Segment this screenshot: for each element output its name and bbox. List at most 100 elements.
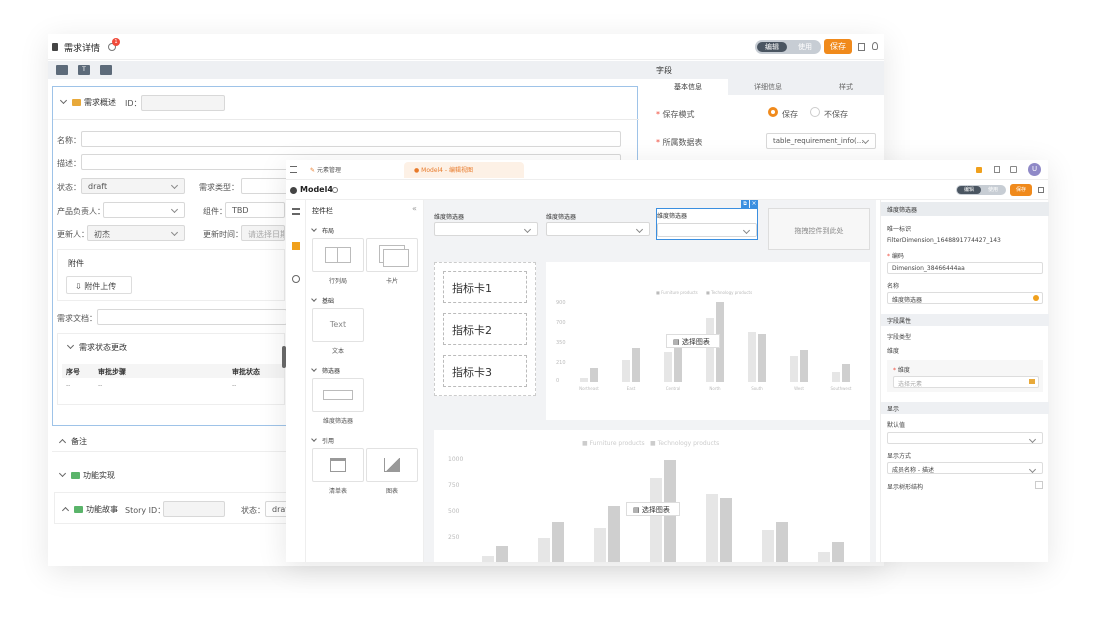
- updater-select[interactable]: 初杰: [87, 225, 185, 241]
- upload-button[interactable]: ⇩ 附件上传: [66, 276, 132, 294]
- field-attr-section[interactable]: 字段属性: [881, 314, 1049, 326]
- bar: [538, 538, 550, 562]
- small-chart-panel[interactable]: ■ Furniture products ■ Technology produc…: [546, 262, 870, 420]
- text-component[interactable]: Text: [312, 308, 364, 342]
- tab-meta[interactable]: ✎ 元素管理: [310, 165, 341, 174]
- drop-hint: 拖拽控件到此处: [794, 227, 844, 235]
- id-input[interactable]: [141, 95, 225, 111]
- story-header[interactable]: 功能故事: [61, 504, 118, 515]
- front-mode-toggle[interactable]: 编辑 使用: [956, 185, 1006, 195]
- palette-icon[interactable]: [292, 275, 300, 283]
- avatar[interactable]: U: [1028, 163, 1041, 176]
- html-icon[interactable]: [100, 65, 112, 75]
- overview-header[interactable]: 需求概述: [59, 96, 116, 108]
- metric-card-1[interactable]: 指标卡1: [443, 271, 527, 303]
- filter-box-3-selected[interactable]: 维度筛选器 ⧉ ×: [656, 200, 758, 240]
- use-toggle[interactable]: 使用: [791, 42, 819, 52]
- metric-card-3[interactable]: 指标卡3: [443, 355, 527, 387]
- palette-collapse[interactable]: «: [412, 204, 417, 213]
- model-settings-icon[interactable]: [332, 187, 338, 193]
- card-component[interactable]: [366, 238, 418, 272]
- tab-basic[interactable]: 基本信息: [648, 79, 728, 95]
- big-select-chart-button[interactable]: ▤ 选择图表: [626, 502, 680, 516]
- status-select[interactable]: draft: [81, 178, 185, 194]
- component-input[interactable]: TBD: [225, 202, 285, 218]
- req-doc-input[interactable]: [97, 309, 287, 325]
- default-select[interactable]: [887, 432, 1043, 444]
- desc-label: 描述：: [57, 159, 81, 168]
- dim-filter-label: 维度筛选器: [322, 418, 353, 425]
- folder-pick-icon[interactable]: [1029, 379, 1035, 384]
- palette: 控件栏 « 布局 行列局 卡片 基础 Text 文本 筛选器 维度筛选器 引用 …: [306, 200, 424, 562]
- bar: [552, 522, 564, 562]
- tab-model[interactable]: ● Model4 - 编辑视图: [404, 162, 524, 178]
- group-filter[interactable]: 筛选器: [311, 366, 340, 375]
- mode-toggle[interactable]: 编辑 使用: [755, 40, 821, 54]
- row-col-layout[interactable]: [312, 238, 364, 272]
- tree-checkbox[interactable]: [1035, 481, 1043, 489]
- bar: [818, 552, 830, 562]
- ytick: 1000: [448, 456, 464, 463]
- translate-icon[interactable]: [1033, 295, 1039, 301]
- story-id-input[interactable]: [163, 501, 225, 517]
- list-table-component[interactable]: [312, 448, 364, 482]
- filter-select-3[interactable]: [657, 223, 757, 237]
- chart-component[interactable]: [366, 448, 418, 482]
- display-mode-select[interactable]: 成员名称 - 描述: [887, 462, 1043, 474]
- camera-icon[interactable]: [1010, 166, 1017, 173]
- dim-filter-component[interactable]: [312, 378, 364, 412]
- metric-card-2[interactable]: 指标卡2: [443, 313, 527, 345]
- layout-icon[interactable]: [56, 65, 68, 75]
- table-label: * 所属数据表: [656, 138, 703, 147]
- front-use-toggle[interactable]: 使用: [982, 186, 1004, 194]
- tree-icon[interactable]: [292, 208, 300, 215]
- tab-style[interactable]: 样式: [808, 79, 884, 95]
- updater-label: 更新人：: [57, 230, 89, 239]
- remark-section[interactable]: 备注: [52, 430, 288, 452]
- front-export-icon[interactable]: [1038, 187, 1044, 193]
- bar: [776, 522, 788, 562]
- update-time-input[interactable]: 请选择日期: [241, 225, 285, 241]
- radio-nosave[interactable]: [810, 107, 820, 117]
- name-input[interactable]: 维度筛选器: [887, 292, 1043, 304]
- radio-save[interactable]: [768, 107, 778, 117]
- front-save-button[interactable]: 保存: [1010, 184, 1032, 196]
- xtick: North: [709, 386, 721, 391]
- group-layout[interactable]: 布局: [311, 226, 334, 235]
- pm-select[interactable]: [103, 202, 185, 218]
- dimension-input[interactable]: 选择元素: [893, 376, 1039, 388]
- code-input[interactable]: Dimension_38466444aa: [887, 262, 1043, 274]
- drop-zone[interactable]: 拖拽控件到此处: [768, 208, 870, 250]
- lock-icon[interactable]: [976, 167, 982, 173]
- bar: [758, 334, 766, 382]
- table-select[interactable]: table_requirement_info(...: [766, 133, 876, 149]
- name-input[interactable]: [81, 131, 621, 147]
- front-edit-toggle[interactable]: 编辑: [957, 186, 981, 194]
- edit-toggle[interactable]: 编辑: [757, 42, 787, 52]
- filter-select-2[interactable]: [546, 222, 650, 236]
- back-toolbar: T: [48, 61, 648, 79]
- menu-icon[interactable]: [290, 166, 297, 173]
- text-icon[interactable]: T: [78, 65, 90, 75]
- bulb-icon[interactable]: [872, 42, 878, 50]
- tab-detail[interactable]: 详细信息: [728, 79, 808, 95]
- status-change-header[interactable]: 需求状态更改: [66, 341, 127, 353]
- doc-icon[interactable]: [994, 166, 1000, 173]
- select-chart-button[interactable]: ▤ 选择图表: [666, 334, 720, 348]
- copy-icon[interactable]: ⧉: [741, 200, 749, 208]
- filter-select-1[interactable]: [434, 222, 538, 236]
- component-label: 组件：: [203, 207, 227, 216]
- ytick: 750: [448, 482, 460, 489]
- grid-icon[interactable]: [292, 242, 300, 250]
- col-index: 序号: [66, 368, 80, 376]
- resize-handle[interactable]: [282, 346, 286, 368]
- group-ref[interactable]: 引用: [311, 436, 334, 445]
- display-section[interactable]: 显示: [881, 402, 1049, 414]
- remark-header: 备注: [58, 436, 87, 447]
- close-icon[interactable]: ×: [750, 200, 758, 208]
- save-button[interactable]: 保存: [824, 39, 852, 54]
- impl-header[interactable]: 功能实现: [58, 469, 115, 481]
- export-icon[interactable]: [858, 43, 865, 51]
- group-basic[interactable]: 基础: [311, 296, 334, 305]
- big-chart-panel[interactable]: ■ Furniture products ■ Technology produc…: [434, 430, 870, 562]
